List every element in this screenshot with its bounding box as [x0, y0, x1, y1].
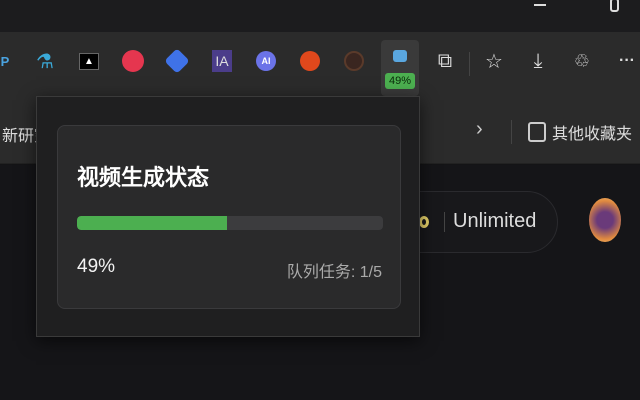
minimize-icon: [534, 4, 546, 6]
minimize-button[interactable]: [520, 0, 560, 30]
other-favorites-folder[interactable]: 其他收藏夹: [528, 120, 632, 144]
chevron-right-icon[interactable]: ›: [476, 118, 483, 141]
ai-label: AI: [256, 51, 276, 71]
toolbar-divider: [469, 52, 470, 76]
browser-toolbar: P ⚗ ▲ IA AI 49% ⧉ ☆ ⤓ ♲ ···: [0, 32, 640, 100]
extension-popup: 视频生成状态 49% 队列任务: 1/5: [36, 96, 420, 337]
p-ext-icon[interactable]: P: [0, 46, 20, 76]
other-favorites-label: 其他收藏夹: [552, 126, 633, 143]
microscope-icon[interactable]: ⚗: [30, 46, 60, 76]
more-icon[interactable]: ···: [612, 46, 640, 76]
plan-label: Unlimited: [453, 210, 537, 232]
ia-ext-icon[interactable]: IA: [207, 46, 237, 76]
restore-button[interactable]: [596, 0, 636, 30]
red-stripes-icon[interactable]: [118, 46, 148, 76]
download-icon[interactable]: ⤓: [523, 46, 553, 76]
extensions-puzzle-icon[interactable]: ⧉: [430, 46, 460, 76]
restore-icon: [610, 0, 619, 12]
video-status-extension[interactable]: 49%: [381, 40, 419, 96]
progress-fill: [77, 216, 227, 230]
reddit-download-icon[interactable]: [295, 46, 325, 76]
bookmark-divider: [511, 120, 512, 144]
popup-title: 视频生成状态: [77, 165, 210, 190]
a-ext-icon[interactable]: ▲: [74, 46, 104, 76]
status-card: 视频生成状态 49% 队列任务: 1/5: [57, 125, 401, 309]
avatar[interactable]: [589, 198, 621, 242]
progress-badge: 49%: [385, 73, 415, 89]
ai-ext-icon[interactable]: AI: [251, 46, 281, 76]
pill-divider: [444, 212, 445, 232]
ia-label: IA: [212, 50, 232, 72]
favorites-icon[interactable]: ☆: [479, 46, 509, 76]
brown-face-icon[interactable]: [339, 46, 369, 76]
progress-percent: 49%: [77, 256, 116, 277]
queue-status: 队列任务: 1/5: [286, 264, 382, 281]
video-ext-icon: [393, 50, 407, 62]
blue-diamond-icon[interactable]: [162, 46, 192, 76]
coin-icon: [419, 216, 429, 228]
progress-bar: [77, 216, 383, 230]
workspaces-icon[interactable]: ♲: [567, 46, 597, 76]
title-bar: [0, 0, 640, 32]
folder-icon: [528, 122, 546, 142]
